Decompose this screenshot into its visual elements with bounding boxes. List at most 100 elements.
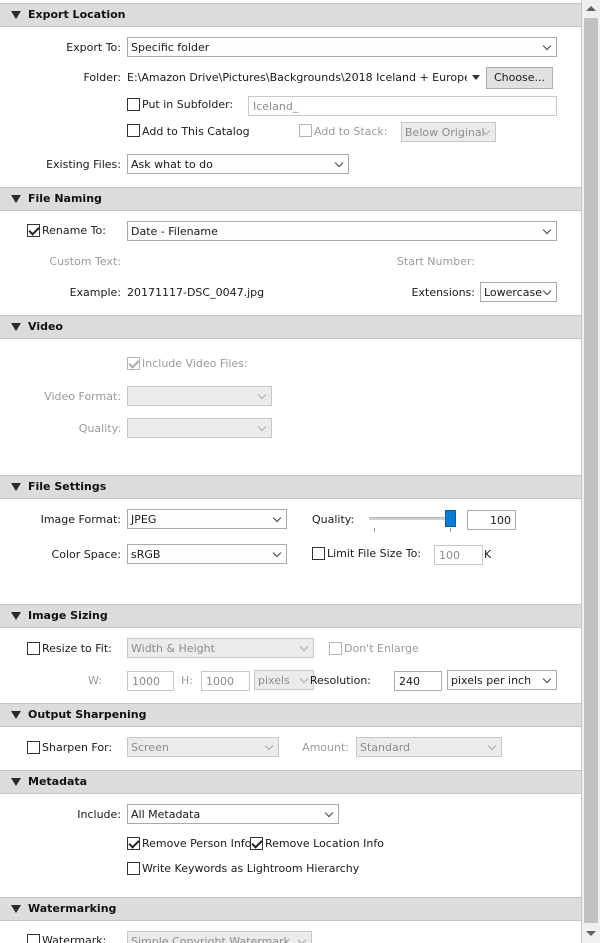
- rename-checkbox[interactable]: [27, 224, 40, 237]
- remove-location-checkbox[interactable]: [250, 837, 263, 850]
- section-title: File Naming: [28, 192, 102, 205]
- quality-input[interactable]: 100: [467, 510, 516, 530]
- chevron-down-icon: [542, 225, 552, 235]
- section-title: Video: [28, 320, 63, 333]
- quality-slider-track[interactable]: [369, 517, 456, 520]
- export-to-value: Specific folder: [131, 41, 210, 54]
- existing-files-value: Ask what to do: [131, 158, 213, 171]
- size-unit-select[interactable]: pixels: [254, 670, 314, 690]
- include-video-checkbox[interactable]: [127, 357, 140, 370]
- resolution-unit-select[interactable]: pixels per inch: [447, 670, 557, 690]
- add-catalog-checkbox[interactable]: [127, 124, 140, 137]
- amount-select[interactable]: Standard: [356, 737, 502, 757]
- resolution-input[interactable]: 240: [394, 671, 442, 691]
- subfolder-input[interactable]: Iceland_: [248, 96, 557, 116]
- color-space-value: sRGB: [131, 548, 161, 561]
- resize-label: Resize to Fit:: [42, 642, 112, 655]
- triangle-down-icon[interactable]: [11, 612, 21, 620]
- triangle-down-icon[interactable]: [11, 195, 21, 203]
- add-stack-label: Add to Stack:: [314, 125, 388, 138]
- quality-label: Quality:: [312, 513, 355, 526]
- export-to-select[interactable]: Specific folder: [127, 37, 557, 57]
- chevron-down-icon: [542, 674, 552, 684]
- limit-size-unit: K: [484, 548, 492, 561]
- subfolder-checkbox[interactable]: [127, 98, 140, 111]
- scroll-up-arrow-icon[interactable]: [586, 6, 596, 11]
- start-number-label: Start Number:: [396, 255, 475, 268]
- section-header-export-location[interactable]: Export Location: [0, 3, 581, 27]
- write-keywords-label: Write Keywords as Lightroom Hierarchy: [142, 862, 360, 875]
- video-format-select[interactable]: [127, 386, 272, 406]
- sharpen-for-select[interactable]: Screen: [127, 737, 279, 757]
- chevron-down-icon: [272, 513, 282, 523]
- custom-text-label: Custom Text:: [49, 255, 121, 268]
- section-title: Metadata: [28, 775, 88, 788]
- width-input[interactable]: 1000: [127, 671, 174, 691]
- amount-label: Amount:: [302, 741, 349, 754]
- color-space-label: Color Space:: [51, 548, 121, 561]
- add-catalog-label: Add to This Catalog: [142, 125, 250, 138]
- triangle-down-icon[interactable]: [11, 778, 21, 786]
- section-header-file-settings[interactable]: File Settings: [0, 475, 581, 499]
- resolution-unit-value: pixels per inch: [451, 674, 532, 687]
- resize-checkbox[interactable]: [27, 642, 40, 655]
- image-format-label: Image Format:: [40, 513, 121, 526]
- video-quality-label: Quality:: [78, 422, 121, 435]
- sharpen-for-value: Screen: [131, 741, 169, 754]
- export-to-label: Export To:: [66, 41, 121, 54]
- remove-person-checkbox[interactable]: [127, 837, 140, 850]
- video-format-label: Video Format:: [44, 390, 121, 403]
- limit-size-checkbox[interactable]: [312, 547, 325, 560]
- section-header-metadata[interactable]: Metadata: [0, 770, 581, 794]
- image-format-select[interactable]: JPEG: [127, 509, 287, 529]
- metadata-include-select[interactable]: All Metadata: [127, 804, 339, 824]
- section-header-watermarking[interactable]: Watermarking: [0, 897, 581, 921]
- resize-mode-select[interactable]: Width & Height: [127, 638, 314, 658]
- triangle-down-icon[interactable]: [11, 711, 21, 719]
- limit-size-input[interactable]: 100: [434, 545, 483, 565]
- height-input[interactable]: 1000: [201, 671, 250, 691]
- dont-enlarge-checkbox[interactable]: [329, 642, 342, 655]
- existing-files-select[interactable]: Ask what to do: [127, 154, 349, 174]
- watermark-select[interactable]: Simple Copyright Watermark: [127, 931, 312, 943]
- triangle-down-icon[interactable]: [11, 11, 21, 19]
- chevron-down-icon: [324, 808, 334, 818]
- write-keywords-checkbox[interactable]: [127, 862, 140, 875]
- size-unit-value: pixels: [258, 674, 290, 687]
- scrollbar-thumb[interactable]: [584, 18, 598, 923]
- stack-position-value: Below Original: [405, 126, 485, 139]
- color-space-select[interactable]: sRGB: [127, 544, 287, 564]
- resolution-label: Resolution:: [309, 674, 371, 687]
- remove-person-label: Remove Person Info: [142, 837, 252, 850]
- chevron-down-icon: [542, 286, 552, 296]
- watermark-label: Watermark:: [42, 934, 107, 943]
- stack-position-select[interactable]: Below Original: [401, 122, 496, 142]
- sharpen-checkbox[interactable]: [27, 741, 40, 754]
- extensions-select[interactable]: Lowercase: [480, 282, 557, 302]
- section-header-video[interactable]: Video: [0, 315, 581, 339]
- width-label: W:: [88, 674, 102, 687]
- video-quality-select[interactable]: [127, 418, 272, 438]
- chevron-down-icon: [257, 390, 267, 400]
- chevron-down-icon: [297, 935, 307, 943]
- folder-label: Folder:: [83, 71, 121, 84]
- example-label: Example:: [69, 286, 121, 299]
- scroll-down-arrow-icon[interactable]: [586, 931, 596, 936]
- triangle-down-icon[interactable]: [11, 323, 21, 331]
- height-label: H:: [181, 674, 193, 687]
- quality-slider-thumb[interactable]: [445, 510, 456, 527]
- section-header-file-naming[interactable]: File Naming: [0, 187, 581, 211]
- folder-path: E:\Amazon Drive\Pictures\Backgrounds\201…: [127, 71, 467, 84]
- add-stack-checkbox[interactable]: [299, 124, 312, 137]
- watermark-checkbox[interactable]: [27, 934, 40, 943]
- vertical-scrollbar[interactable]: [582, 0, 600, 943]
- triangle-down-icon[interactable]: [11, 905, 21, 913]
- section-header-image-sizing[interactable]: Image Sizing: [0, 604, 581, 628]
- resize-mode-value: Width & Height: [131, 642, 215, 655]
- triangle-down-icon[interactable]: [11, 483, 21, 491]
- rename-template-select[interactable]: Date - Filename: [127, 221, 557, 241]
- folder-menu-triangle-down-icon[interactable]: [472, 75, 480, 80]
- choose-folder-button[interactable]: Choose...: [486, 67, 553, 89]
- extensions-value: Lowercase: [484, 286, 542, 299]
- section-header-output-sharpening[interactable]: Output Sharpening: [0, 703, 581, 727]
